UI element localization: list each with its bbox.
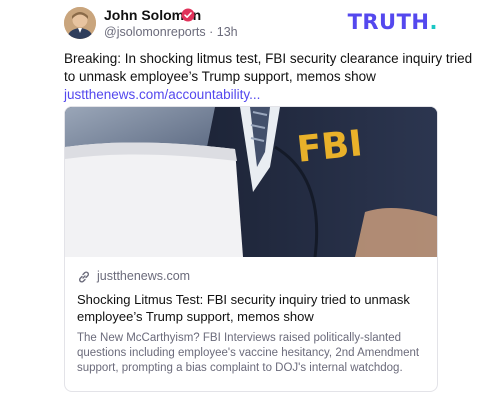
post-timestamp[interactable]: 13h (217, 25, 238, 39)
card-image[interactable]: FBI (65, 107, 437, 257)
card-domain-row: justthenews.com (77, 269, 427, 287)
link-icon (77, 270, 91, 284)
card-domain: justthenews.com (97, 269, 191, 283)
post-header: John Solomon @jsolomonreports · 13h TRUT… (64, 4, 500, 44)
author-handle[interactable]: @jsolomonreports (104, 25, 206, 39)
post-link[interactable]: justthenews.com/accountability... (64, 86, 260, 104)
link-preview-card[interactable]: FBI justthenews.com Shocking Litmus Test… (64, 106, 438, 392)
card-body: justthenews.com Shocking Litmus Test: FB… (65, 257, 437, 391)
card-description: The New McCarthyism? FBI Interviews rais… (77, 332, 420, 374)
logo-dot: . (429, 10, 438, 34)
truth-post: John Solomon @jsolomonreports · 13h TRUT… (0, 0, 500, 397)
meta-separator: · (209, 25, 214, 39)
truth-social-logo[interactable]: TRUTH. (348, 10, 438, 34)
post-body: Breaking: In shocking litmus test, FBI s… (64, 51, 473, 84)
post-text: Breaking: In shocking litmus test, FBI s… (64, 50, 484, 104)
fbi-patch-text: FBI (295, 123, 364, 171)
verified-badge-icon (181, 8, 195, 22)
avatar[interactable] (64, 7, 96, 39)
author-meta: @jsolomonreports · 13h (104, 25, 238, 39)
logo-text: TRUTH (347, 10, 430, 34)
card-title[interactable]: Shocking Litmus Test: FBI security inqui… (77, 291, 427, 325)
